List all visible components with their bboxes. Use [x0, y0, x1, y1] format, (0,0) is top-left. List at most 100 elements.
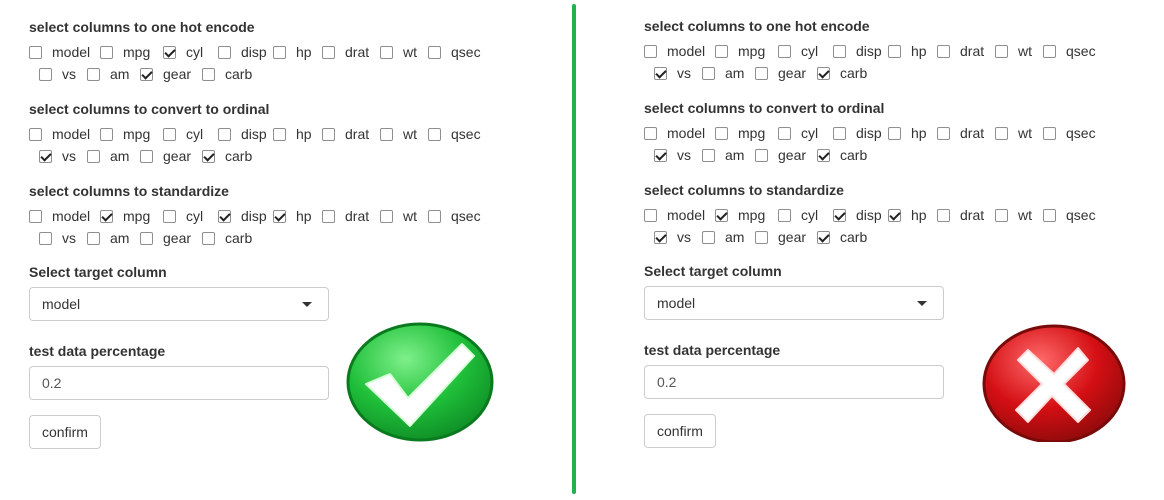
checkbox-box[interactable]	[833, 208, 846, 222]
checkbox-cyl[interactable]: cyl	[778, 122, 818, 144]
confirm-button[interactable]: confirm	[644, 414, 716, 448]
checkbox-qsec[interactable]: qsec	[428, 123, 481, 145]
checkbox-box[interactable]	[702, 148, 715, 162]
checkbox-wt[interactable]: wt	[380, 205, 417, 227]
checkbox-box[interactable]	[644, 208, 657, 222]
checkbox-box[interactable]	[833, 126, 846, 140]
checkbox-box[interactable]	[778, 208, 791, 222]
checkbox-box[interactable]	[163, 209, 176, 223]
checkbox-hp[interactable]: hp	[888, 40, 927, 62]
checkbox-disp[interactable]: disp	[833, 122, 882, 144]
checkbox-box[interactable]	[218, 209, 231, 223]
checkbox-disp[interactable]: disp	[833, 40, 882, 62]
checkbox-box[interactable]	[322, 45, 335, 59]
checkbox-box[interactable]	[937, 208, 950, 222]
checkbox-wt[interactable]: wt	[995, 122, 1032, 144]
checkbox-box[interactable]	[100, 209, 113, 223]
checkbox-model[interactable]: model	[29, 123, 90, 145]
checkbox-drat[interactable]: drat	[322, 205, 369, 227]
checkbox-drat[interactable]: drat	[937, 122, 984, 144]
checkbox-box[interactable]	[218, 127, 231, 141]
checkbox-vs[interactable]: vs	[39, 227, 76, 249]
checkbox-disp[interactable]: disp	[218, 123, 267, 145]
checkbox-box[interactable]	[39, 67, 52, 81]
checkbox-box[interactable]	[995, 126, 1008, 140]
checkbox-box[interactable]	[29, 45, 42, 59]
checkbox-carb[interactable]: carb	[817, 62, 867, 84]
checkbox-vs[interactable]: vs	[654, 144, 691, 166]
checkbox-box[interactable]	[380, 127, 393, 141]
test-percentage-input[interactable]: 0.2	[644, 365, 944, 399]
checkbox-mpg[interactable]: mpg	[100, 41, 150, 63]
checkbox-mpg[interactable]: mpg	[100, 123, 150, 145]
checkbox-carb[interactable]: carb	[817, 226, 867, 248]
checkbox-cyl[interactable]: cyl	[163, 205, 203, 227]
checkbox-box[interactable]	[202, 231, 215, 245]
checkbox-box[interactable]	[644, 44, 657, 58]
checkbox-box[interactable]	[888, 44, 901, 58]
checkbox-drat[interactable]: drat	[322, 41, 369, 63]
checkbox-box[interactable]	[29, 209, 42, 223]
checkbox-box[interactable]	[100, 127, 113, 141]
target-column-select[interactable]: model	[29, 287, 329, 321]
checkbox-gear[interactable]: gear	[140, 63, 191, 85]
checkbox-box[interactable]	[428, 127, 441, 141]
checkbox-model[interactable]: model	[644, 204, 705, 226]
checkbox-box[interactable]	[755, 66, 768, 80]
checkbox-hp[interactable]: hp	[273, 123, 312, 145]
checkbox-box[interactable]	[817, 230, 830, 244]
checkbox-cyl[interactable]: cyl	[163, 41, 203, 63]
checkbox-gear[interactable]: gear	[755, 226, 806, 248]
checkbox-box[interactable]	[778, 44, 791, 58]
checkbox-box[interactable]	[273, 209, 286, 223]
checkbox-box[interactable]	[428, 209, 441, 223]
checkbox-hp[interactable]: hp	[888, 204, 927, 226]
checkbox-box[interactable]	[163, 45, 176, 59]
checkbox-box[interactable]	[87, 149, 100, 163]
checkbox-hp[interactable]: hp	[273, 41, 312, 63]
checkbox-box[interactable]	[163, 127, 176, 141]
checkbox-box[interactable]	[888, 126, 901, 140]
checkbox-carb[interactable]: carb	[202, 145, 252, 167]
checkbox-drat[interactable]: drat	[937, 40, 984, 62]
checkbox-drat[interactable]: drat	[322, 123, 369, 145]
checkbox-qsec[interactable]: qsec	[1043, 40, 1096, 62]
checkbox-box[interactable]	[380, 45, 393, 59]
checkbox-box[interactable]	[1043, 126, 1056, 140]
checkbox-box[interactable]	[654, 66, 667, 80]
checkbox-box[interactable]	[778, 126, 791, 140]
checkbox-box[interactable]	[218, 45, 231, 59]
checkbox-box[interactable]	[29, 127, 42, 141]
checkbox-qsec[interactable]: qsec	[1043, 122, 1096, 144]
checkbox-vs[interactable]: vs	[39, 145, 76, 167]
checkbox-drat[interactable]: drat	[937, 204, 984, 226]
checkbox-carb[interactable]: carb	[202, 63, 252, 85]
checkbox-gear[interactable]: gear	[140, 227, 191, 249]
checkbox-vs[interactable]: vs	[39, 63, 76, 85]
checkbox-box[interactable]	[202, 149, 215, 163]
checkbox-wt[interactable]: wt	[380, 123, 417, 145]
checkbox-box[interactable]	[715, 44, 728, 58]
checkbox-box[interactable]	[755, 148, 768, 162]
checkbox-box[interactable]	[644, 126, 657, 140]
checkbox-box[interactable]	[1043, 208, 1056, 222]
checkbox-box[interactable]	[833, 44, 846, 58]
checkbox-box[interactable]	[702, 66, 715, 80]
checkbox-disp[interactable]: disp	[218, 41, 267, 63]
checkbox-gear[interactable]: gear	[755, 144, 806, 166]
checkbox-hp[interactable]: hp	[888, 122, 927, 144]
checkbox-disp[interactable]: disp	[833, 204, 882, 226]
confirm-button[interactable]: confirm	[29, 415, 101, 449]
checkbox-model[interactable]: model	[29, 41, 90, 63]
checkbox-am[interactable]: am	[87, 145, 129, 167]
checkbox-box[interactable]	[140, 67, 153, 81]
checkbox-box[interactable]	[202, 67, 215, 81]
checkbox-disp[interactable]: disp	[218, 205, 267, 227]
checkbox-qsec[interactable]: qsec	[1043, 204, 1096, 226]
checkbox-wt[interactable]: wt	[380, 41, 417, 63]
checkbox-box[interactable]	[817, 148, 830, 162]
checkbox-vs[interactable]: vs	[654, 62, 691, 84]
checkbox-box[interactable]	[755, 230, 768, 244]
checkbox-box[interactable]	[39, 149, 52, 163]
checkbox-carb[interactable]: carb	[817, 144, 867, 166]
